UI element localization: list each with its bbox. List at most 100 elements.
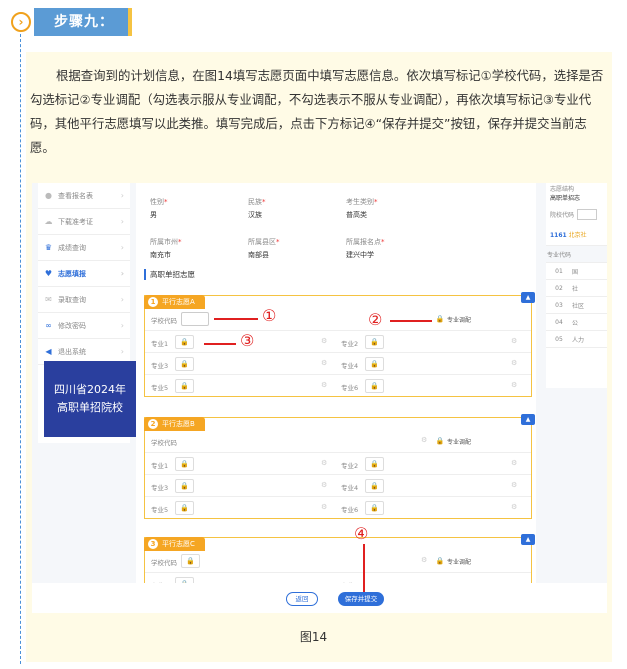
sidebar-item-application[interactable]: ♥ 志愿填报 › (38, 261, 130, 287)
major-row: 专业5 🔒 ⚙ 专业6 🔒 ⚙ (145, 496, 531, 518)
major6-input[interactable]: 🔒 (365, 379, 384, 393)
major1-input[interactable]: 🔒 (175, 457, 194, 471)
collapse-button[interactable]: ▲ (521, 414, 535, 425)
heart-icon: ♥ (44, 269, 53, 278)
major-row: 专业1 🔒 ⚙ 专业2 🔒 ⚙ (145, 330, 531, 352)
major4-input[interactable]: 🔒 (365, 357, 384, 371)
trophy-icon: ♛ (44, 243, 53, 252)
back-button[interactable]: 返回 (286, 592, 318, 606)
major1-input[interactable]: 🔒 (175, 335, 194, 349)
chevron-right-icon: › (120, 295, 124, 304)
county-field: 所属县区* 南部县 (248, 238, 280, 259)
step-title: 步骤九： (34, 8, 132, 36)
marker-arrow (214, 318, 258, 320)
marker-1: ① (262, 306, 277, 325)
sidebar-item-change-password[interactable]: ∞ 修改密码 › (38, 313, 130, 339)
chevron-right-icon: › (120, 347, 124, 356)
chevron-right-icon: › (120, 269, 124, 278)
major5-input[interactable]: 🔒 (175, 501, 194, 515)
gear-icon: ⚙ (321, 337, 328, 345)
group-c-header: 3 平行志愿C (144, 537, 205, 551)
chevron-right-icon: › (120, 191, 124, 200)
major2-input[interactable]: 🔒 (365, 457, 384, 471)
table-row[interactable]: 05 人力 (546, 331, 607, 348)
promo-banner: 四川省2024年 高职单招院校 (44, 361, 136, 437)
marker-2: ② (368, 310, 383, 329)
sidebar-item-registration[interactable]: ● 查看报名表 › (38, 183, 130, 209)
major5-input[interactable]: 🔒 (175, 379, 194, 393)
plan-panel: 志愿结构 高职单招志 院校代码 1161 北京社 专业代码 01 国 02 社 03… (546, 183, 607, 388)
school-code-row: 学校代码 🔒 专业调配 (145, 308, 531, 330)
site-field: 所属报名点* 建兴中学 (346, 238, 385, 259)
major3-input[interactable]: 🔒 (175, 479, 194, 493)
sidebar: ● 查看报名表 › ☁ 下载准考证 › ♛ 成绩查询 › ♥ 志愿填报 › ✉ 录取查询 › ∞ 修改… (38, 183, 136, 443)
adjust-checkbox[interactable]: 🔒 (435, 554, 445, 568)
gear-icon: ⚙ (511, 337, 518, 345)
group-a: 1 平行志愿A ▲ 学校代码 🔒 专业调配 专业1 🔒 ⚙ 专业2 🔒 ⚙ 专业3 🔒 ⚙ 专… (144, 292, 535, 397)
major6-input[interactable]: 🔒 (365, 501, 384, 515)
gear-icon: ⚙ (321, 459, 328, 467)
school-code-input[interactable]: 🔒 (181, 554, 200, 568)
gear-icon: ⚙ (321, 481, 328, 489)
marker-arrow (204, 343, 236, 345)
adjust-checkbox[interactable]: 🔒 (435, 312, 445, 326)
gear-icon: ⚙ (511, 359, 518, 367)
collapse-button[interactable]: ▲ (521, 292, 535, 303)
marker-arrow (390, 320, 432, 322)
major-row: 专业1🔒 专业2 (145, 572, 531, 583)
sidebar-item-admission-ticket[interactable]: ☁ 下载准考证 › (38, 209, 130, 235)
chevron-right-icon: › (11, 12, 31, 32)
table-row[interactable]: 04 公 (546, 314, 607, 331)
group-a-header: 1 平行志愿A (144, 295, 205, 309)
major-row: 专业5 🔒 ⚙ 专业6 🔒 ⚙ (145, 374, 531, 396)
group-b-header: 2 平行志愿B (144, 417, 205, 431)
major-row: 专业3 🔒 ⚙ 专业4 🔒 ⚙ (145, 474, 531, 496)
screenshot-figure: ● 查看报名表 › ☁ 下载准考证 › ♛ 成绩查询 › ♥ 志愿填报 › ✉ 录取查询 › ∞ 修改… (32, 183, 607, 583)
group-b: 2 平行志愿B ▲ 学校代码 ⚙ 🔒 专业调配 专业1 🔒 ⚙ 专业2 🔒 ⚙ 专业3 🔒 ⚙… (144, 414, 535, 519)
major-row: 专业1 🔒 ⚙ 专业2 🔒 ⚙ (145, 452, 531, 474)
chevron-right-icon: › (120, 217, 124, 226)
application-form: 性别* 男 民族* 汉族 考生类别* 普高类 所属市州* 南充市 所属县区* 南部县 所属… (136, 183, 536, 583)
major3-input[interactable]: 🔒 (175, 357, 194, 371)
school-code-row: 学校代码 🔒 ⚙ 🔒 专业调配 (151, 554, 472, 568)
table-row[interactable]: 03 社区 (546, 297, 607, 314)
timeline-line (20, 24, 21, 664)
person-icon: ● (45, 191, 52, 200)
school-code-input[interactable] (181, 312, 209, 326)
city-field: 所属市州* 南充市 (150, 238, 182, 259)
save-submit-button[interactable]: 保存并提交 (338, 592, 384, 606)
marker-arrow (363, 544, 365, 592)
cloud-download-icon: ☁ (44, 217, 53, 226)
gear-icon: ⚙ (511, 459, 518, 467)
marker-4: ④ (354, 524, 369, 543)
gear-icon: ⚙ (321, 503, 328, 511)
category-field: 考生类别* 普高类 (346, 198, 378, 219)
action-bar: 返回 保存并提交 (32, 583, 607, 613)
ethnicity-field: 民族* 汉族 (248, 198, 266, 219)
major2-input[interactable]: 🔒 (365, 335, 384, 349)
table-row[interactable]: 02 社 (546, 280, 607, 297)
major-row: 专业3 🔒 ⚙ 专业4 🔒 ⚙ (145, 352, 531, 374)
sidebar-item-scores[interactable]: ♛ 成绩查询 › (38, 235, 130, 261)
gear-icon: ⚙ (511, 481, 518, 489)
instruction-text: 根据查询到的计划信息，在图14填写志愿页面中填写志愿信息。依次填写标记①学校代码… (30, 68, 604, 155)
section-title: 高职单招志愿 (144, 269, 195, 280)
marker-3: ③ (240, 331, 255, 350)
gear-icon: ⚙ (511, 381, 518, 389)
gear-icon: ⚙ (321, 359, 328, 367)
chevron-right-icon: › (120, 243, 124, 252)
table-row[interactable]: 01 国 (546, 263, 607, 280)
school-code-row: 学校代码 ⚙ 🔒 专业调配 (151, 434, 472, 448)
gender-field: 性别* 男 (150, 198, 168, 219)
link-icon: ∞ (45, 321, 52, 330)
collapse-button[interactable]: ▲ (521, 534, 535, 545)
adjust-checkbox[interactable]: 🔒 (435, 434, 445, 448)
mail-icon: ✉ (45, 295, 52, 304)
major4-input[interactable]: 🔒 (365, 479, 384, 493)
sidebar-item-admission-query[interactable]: ✉ 录取查询 › (38, 287, 130, 313)
gear-icon: ⚙ (321, 381, 328, 389)
school-code-search-input[interactable] (577, 209, 598, 220)
group-c: 3平行志愿C ▲ 学校代码 🔒 ⚙ 🔒 专业调配 专业1🔒 专业2 (144, 534, 535, 583)
gear-icon: ⚙ (511, 503, 518, 511)
gear-icon: ⚙ (421, 556, 428, 564)
